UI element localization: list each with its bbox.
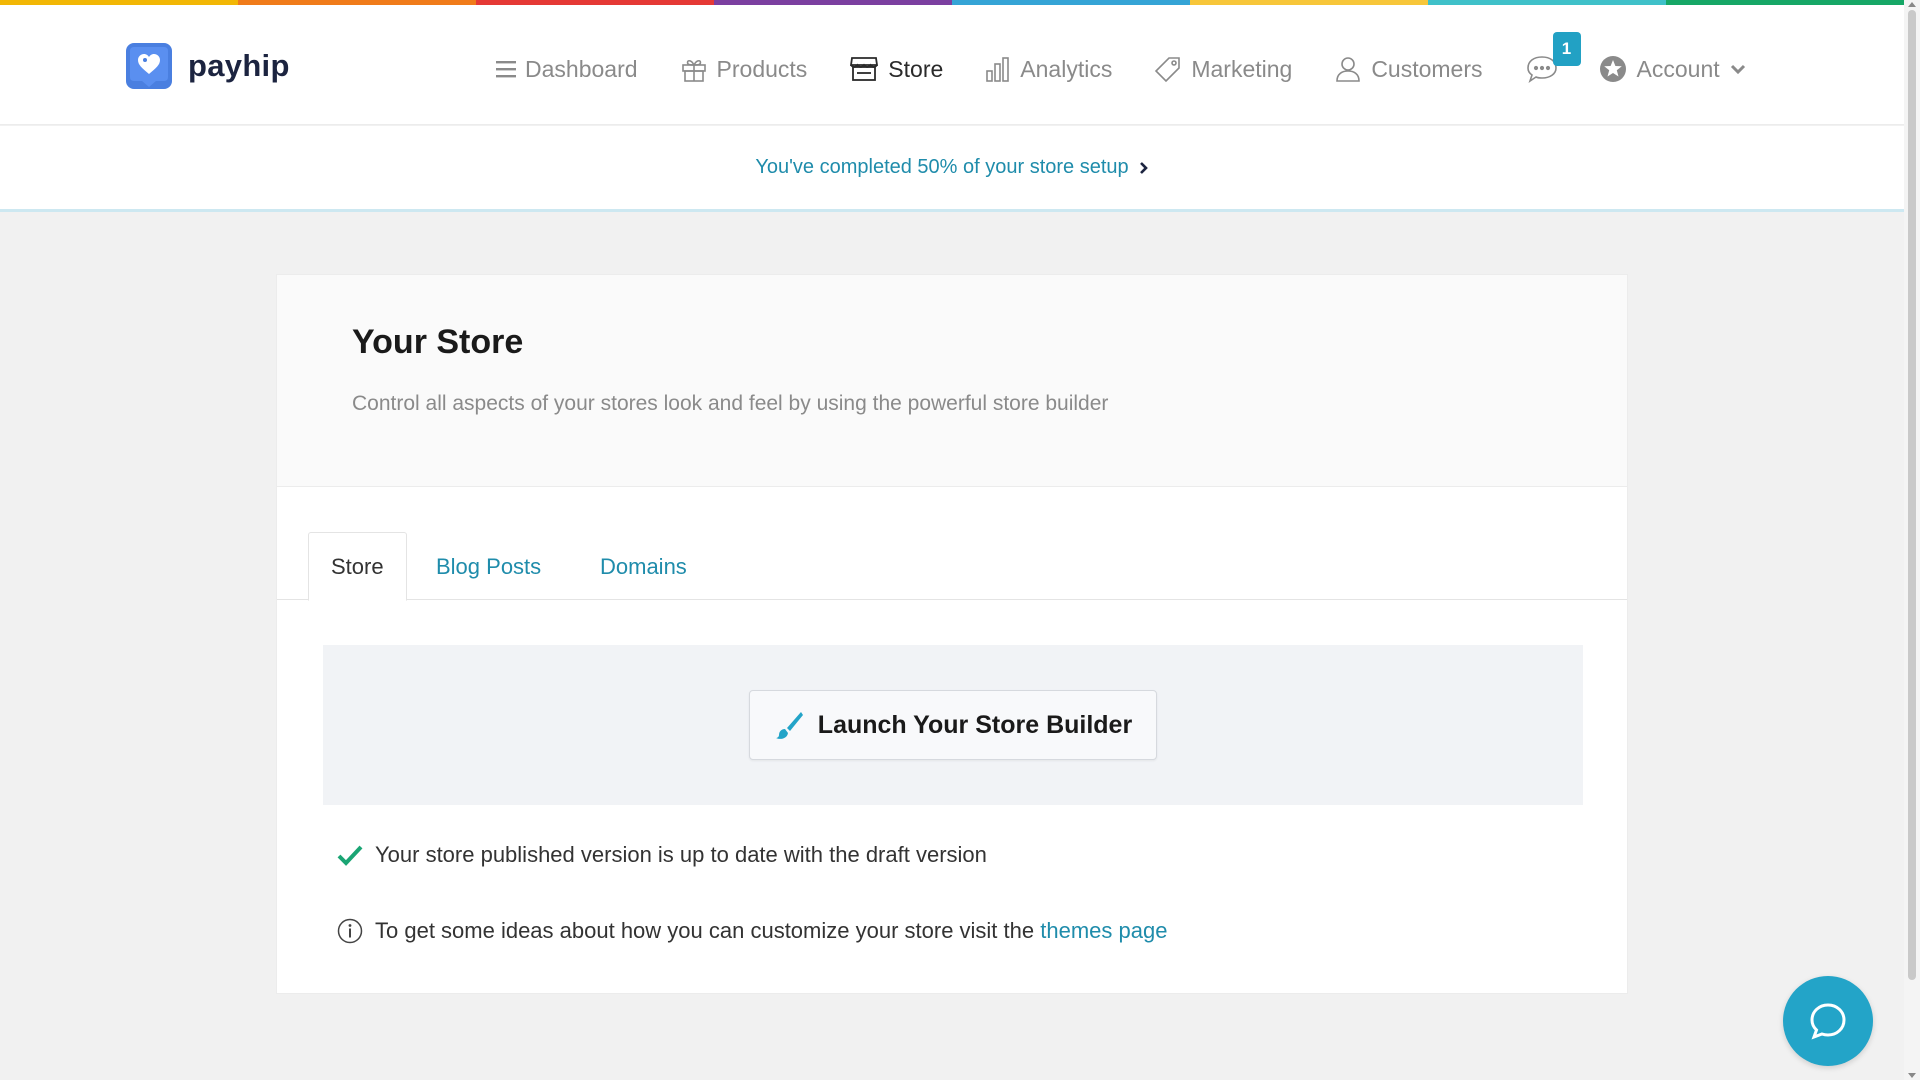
themes-hint: To get some ideas about how you can cust… bbox=[337, 918, 1167, 944]
setup-progress-link[interactable]: You've completed 50% of your store setup bbox=[755, 156, 1148, 179]
messages-button[interactable]: 1 bbox=[1525, 32, 1581, 84]
tab-domains[interactable]: Domains bbox=[578, 532, 709, 601]
card-header: Your Store Control all aspects of your s… bbox=[277, 275, 1627, 487]
help-chat-button[interactable] bbox=[1783, 976, 1873, 1066]
page-title: Your Store bbox=[352, 323, 524, 361]
store-tabs: Store Blog Posts Domains bbox=[277, 487, 1627, 601]
brand-name: payhip bbox=[188, 48, 290, 83]
chevron-right-icon bbox=[1139, 161, 1148, 174]
account-label: Account bbox=[1636, 55, 1720, 82]
user-icon bbox=[1336, 57, 1361, 82]
gift-icon bbox=[681, 59, 706, 82]
nav-label: Dashboard bbox=[525, 55, 638, 82]
scroll-thumb[interactable] bbox=[1908, 10, 1916, 980]
nav-label: Analytics bbox=[1020, 55, 1113, 82]
tab-store[interactable]: Store bbox=[308, 532, 407, 601]
info-icon bbox=[337, 918, 363, 944]
tab-blog-posts[interactable]: Blog Posts bbox=[414, 532, 563, 601]
store-icon bbox=[850, 57, 879, 81]
menu-icon bbox=[496, 61, 516, 78]
chat-bubble-icon bbox=[1810, 1003, 1846, 1040]
account-menu[interactable]: Account bbox=[1599, 55, 1746, 83]
nav-label: Marketing bbox=[1191, 55, 1293, 82]
themes-hint-text: To get some ideas about how you can cust… bbox=[375, 918, 1167, 944]
top-navigation: payhip Dashboard Products Store Analytic… bbox=[0, 5, 1904, 125]
builder-panel: Launch Your Store Builder bbox=[323, 645, 1583, 805]
account-star-icon bbox=[1599, 56, 1626, 82]
nav-item-dashboard[interactable]: Dashboard bbox=[496, 56, 638, 83]
nav-item-products[interactable]: Products bbox=[680, 55, 808, 83]
launch-store-builder-button[interactable]: Launch Your Store Builder bbox=[749, 690, 1157, 760]
store-card: Your Store Control all aspects of your s… bbox=[276, 274, 1628, 994]
scroll-up-arrow[interactable] bbox=[1908, 2, 1916, 7]
page-scrollbar[interactable] bbox=[1904, 0, 1920, 1080]
checkmark-icon bbox=[337, 845, 363, 866]
publish-status: Your store published version is up to da… bbox=[337, 842, 987, 868]
themes-page-link[interactable]: themes page bbox=[1040, 918, 1167, 943]
nav-item-analytics[interactable]: Analytics bbox=[985, 55, 1112, 83]
chevron-down-icon bbox=[1730, 64, 1745, 75]
main-nav: Dashboard Products Store Analytics Marke… bbox=[496, 32, 1746, 89]
tag-icon bbox=[1155, 57, 1181, 83]
themes-hint-prefix: To get some ideas about how you can cust… bbox=[375, 918, 1035, 943]
nav-label: Store bbox=[888, 55, 944, 82]
nav-label: Customers bbox=[1371, 55, 1483, 82]
nav-item-customers[interactable]: Customers bbox=[1334, 55, 1483, 83]
paintbrush-icon bbox=[775, 712, 803, 739]
payhip-logo-icon bbox=[126, 43, 172, 89]
nav-item-store[interactable]: Store bbox=[849, 55, 943, 83]
setup-progress-text: You've completed 50% of your store setup bbox=[755, 156, 1129, 178]
brand-logo[interactable]: payhip bbox=[126, 43, 290, 89]
page-subtitle: Control all aspects of your stores look … bbox=[352, 392, 1109, 415]
nav-item-marketing[interactable]: Marketing bbox=[1154, 55, 1292, 83]
setup-progress-banner: You've completed 50% of your store setup bbox=[0, 126, 1904, 212]
bar-chart-icon bbox=[986, 57, 1010, 82]
notification-badge: 1 bbox=[1552, 32, 1581, 66]
publish-status-text: Your store published version is up to da… bbox=[375, 842, 987, 867]
launch-store-builder-label: Launch Your Store Builder bbox=[817, 710, 1133, 739]
nav-label: Products bbox=[716, 55, 808, 82]
scroll-down-arrow[interactable] bbox=[1908, 1073, 1916, 1078]
